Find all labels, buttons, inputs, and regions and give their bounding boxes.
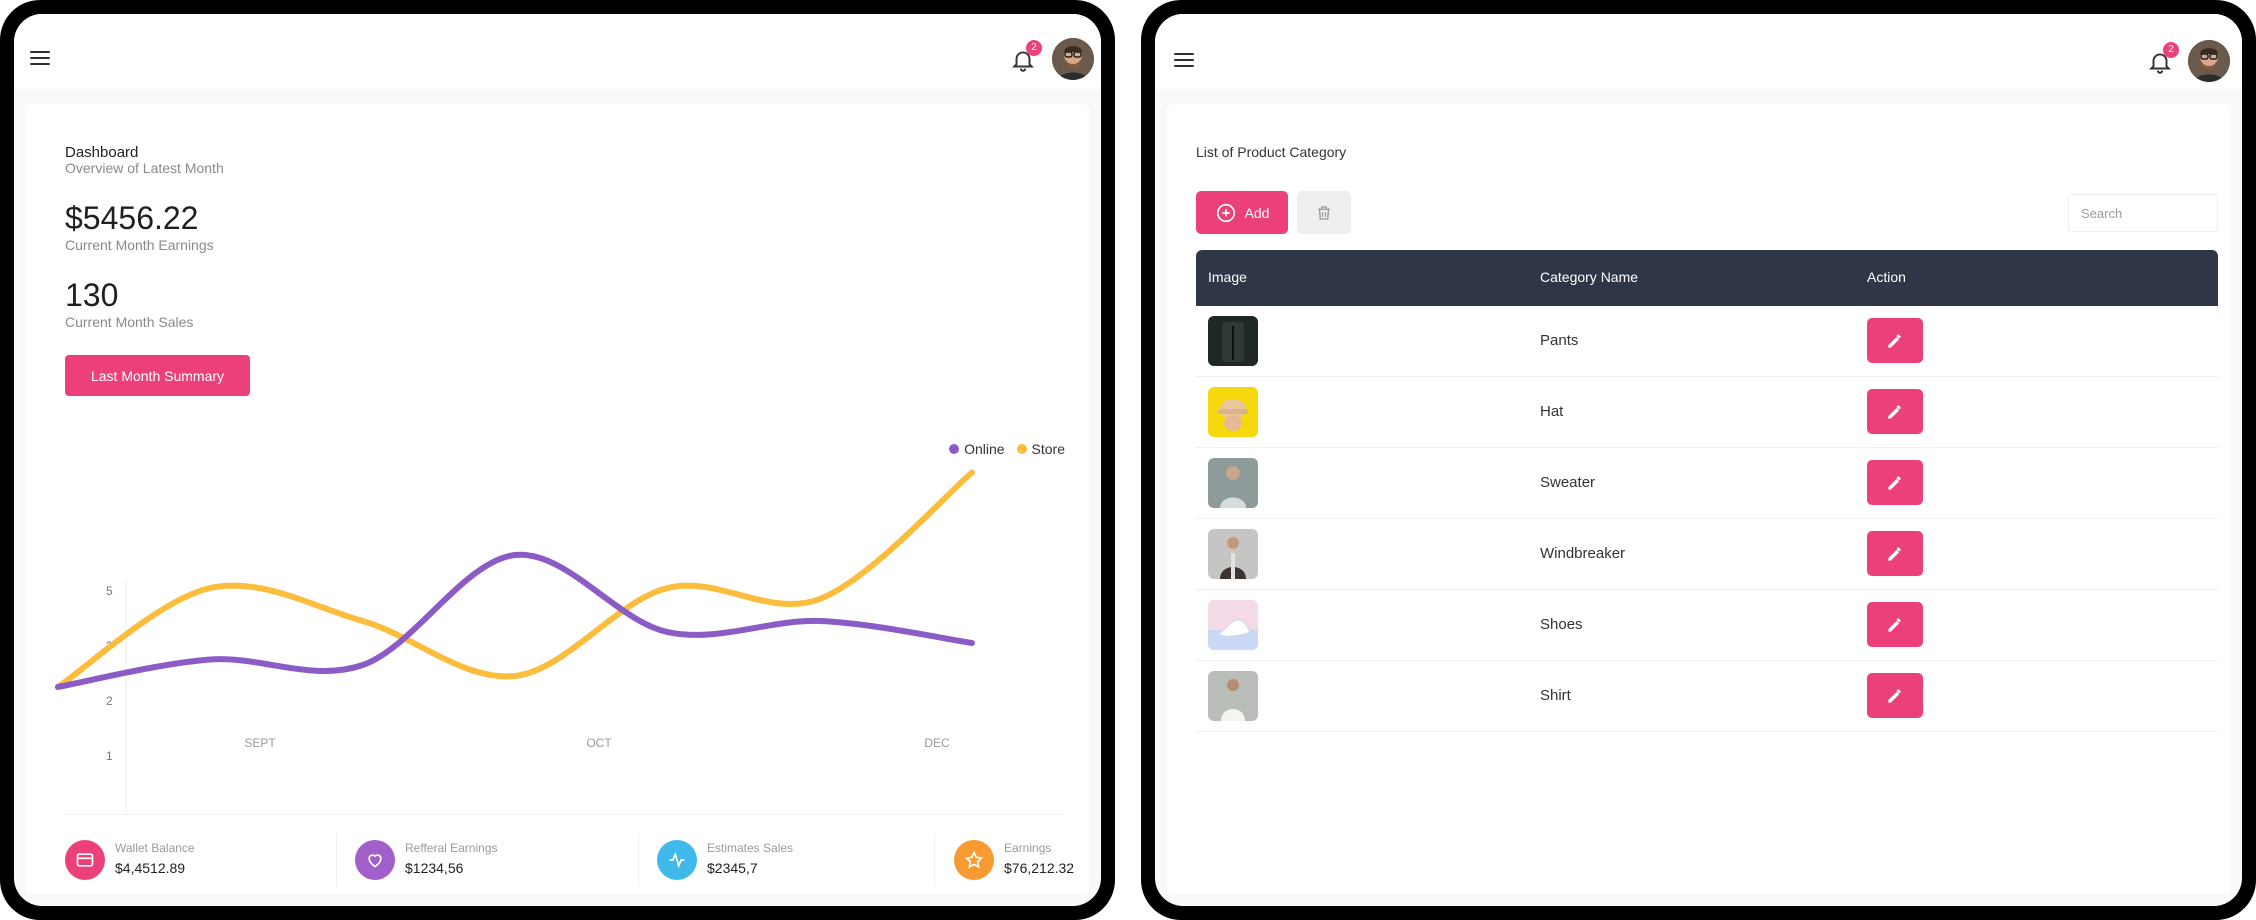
edit-button[interactable] — [1867, 389, 1923, 434]
pencil-icon — [1888, 546, 1901, 561]
column-header-category-name[interactable]: Category Name — [1540, 269, 1638, 285]
stat-label: Wallet Balance — [115, 841, 195, 855]
edit-button[interactable] — [1867, 531, 1923, 576]
category-name: Shoes — [1540, 616, 1583, 633]
trash-icon — [1318, 205, 1330, 220]
notification-count-badge: 2 — [1026, 40, 1042, 56]
legend-store[interactable]: Store — [1016, 441, 1065, 457]
edit-button[interactable] — [1867, 460, 1923, 505]
legend-online-label: Online — [964, 441, 1005, 457]
stat-label: Earnings — [1004, 841, 1052, 855]
table-row: Sweater — [1196, 448, 2218, 519]
stat-label: Refferal Earnings — [405, 841, 498, 855]
category-name: Sweater — [1540, 474, 1596, 491]
table-row: Windbreaker — [1196, 519, 2218, 590]
table-header: Image Category Name Action — [1196, 250, 2218, 306]
product-category-screen: 2 List of Product Category Add Image Cat… — [1155, 14, 2242, 906]
x-tick-label: OCT — [586, 736, 612, 750]
product-thumbnail-sweater — [1208, 458, 1258, 508]
product-thumbnail-shoes — [1208, 600, 1258, 650]
store-dot — [1016, 444, 1027, 454]
add-category-button[interactable]: Add — [1196, 191, 1288, 234]
star-icon — [954, 840, 994, 880]
category-name: Shirt — [1540, 687, 1571, 704]
product-category-card: List of Product Category Add Image Categ… — [1167, 104, 2230, 894]
stat-value: $76,212.32 — [1004, 860, 1075, 876]
category-name: Windbreaker — [1540, 545, 1626, 562]
edit-button[interactable] — [1867, 602, 1923, 647]
edit-button[interactable] — [1867, 673, 1923, 718]
stat-value: $4,4512.89 — [115, 860, 186, 876]
category-name: Pants — [1540, 332, 1579, 349]
x-tick-label: DEC — [924, 736, 950, 750]
legend-store-label: Store — [1031, 441, 1065, 457]
user-avatar[interactable] — [1052, 38, 1094, 80]
sales-line-chart: 1235SEPT OCT DEC — [55, 469, 975, 813]
stat-value: $1234,56 — [405, 860, 464, 876]
table-row: Shirt — [1196, 661, 2218, 732]
table-row: Pants — [1196, 306, 2218, 377]
heart-icon — [355, 840, 395, 880]
legend-online[interactable]: Online — [949, 441, 1005, 457]
tablet-frame-left: 2 Dashboard Overview of Latest Month $54… — [0, 0, 1115, 920]
top-bar: 2 — [1155, 14, 2242, 89]
search-input[interactable] — [2068, 194, 2218, 232]
column-header-action[interactable]: Action — [1867, 269, 1906, 285]
pencil-icon — [1888, 617, 1901, 632]
notification-count-badge: 2 — [2163, 42, 2179, 58]
dashboard-screen: 2 Dashboard Overview of Latest Month $54… — [14, 14, 1101, 906]
y-tick-label: 1 — [106, 749, 113, 763]
notification-bell-icon[interactable]: 2 — [2147, 42, 2179, 76]
edit-button[interactable] — [1867, 318, 1923, 363]
y-tick-label: 5 — [106, 584, 113, 598]
pencil-icon — [1888, 688, 1901, 703]
page-title: List of Product Category — [1196, 144, 1347, 160]
table-row: Shoes — [1196, 590, 2218, 661]
notification-bell-icon[interactable]: 2 — [1010, 40, 1042, 74]
series-line-online — [55, 551, 975, 690]
series-line-store — [55, 469, 975, 690]
x-tick-label: SEPT — [244, 736, 276, 750]
plus-circle-icon — [1216, 203, 1235, 222]
product-thumbnail-pants — [1208, 316, 1258, 366]
dashboard-card: Dashboard Overview of Latest Month $5456… — [26, 104, 1089, 894]
stat-separator — [638, 834, 639, 886]
table-row: Hat — [1196, 377, 2218, 448]
delete-button[interactable] — [1297, 191, 1351, 234]
pencil-icon — [1888, 333, 1901, 348]
product-thumbnail-windbreaker — [1208, 529, 1258, 579]
y-tick-label: 2 — [106, 694, 113, 708]
category-name: Hat — [1540, 403, 1564, 420]
stat-label: Estimates Sales — [707, 841, 794, 855]
stat-separator — [336, 834, 337, 886]
pencil-icon — [1888, 475, 1901, 490]
chart-legend: Online Store — [949, 441, 1065, 457]
user-avatar[interactable] — [2188, 40, 2230, 82]
category-table-body: Pants Hat Sweater Windbreaker Shoes Shir… — [1196, 306, 2218, 732]
stat-separator — [934, 834, 935, 886]
top-bar: 2 — [14, 14, 1101, 89]
menu-icon[interactable] — [30, 51, 50, 67]
add-button-label: Add — [1244, 204, 1270, 221]
credit-card-icon — [65, 840, 105, 880]
column-header-image[interactable]: Image — [1208, 269, 1247, 285]
online-dot — [949, 444, 960, 454]
product-thumbnail-hat — [1208, 387, 1258, 437]
stat-value: $2345,7 — [707, 860, 758, 876]
menu-icon[interactable] — [1174, 53, 1194, 69]
product-thumbnail-shirt — [1208, 671, 1258, 721]
tablet-frame-right: 2 List of Product Category Add Image Cat… — [1141, 0, 2256, 920]
pencil-icon — [1888, 404, 1901, 419]
stats-divider — [65, 814, 1065, 815]
activity-icon — [657, 840, 697, 880]
